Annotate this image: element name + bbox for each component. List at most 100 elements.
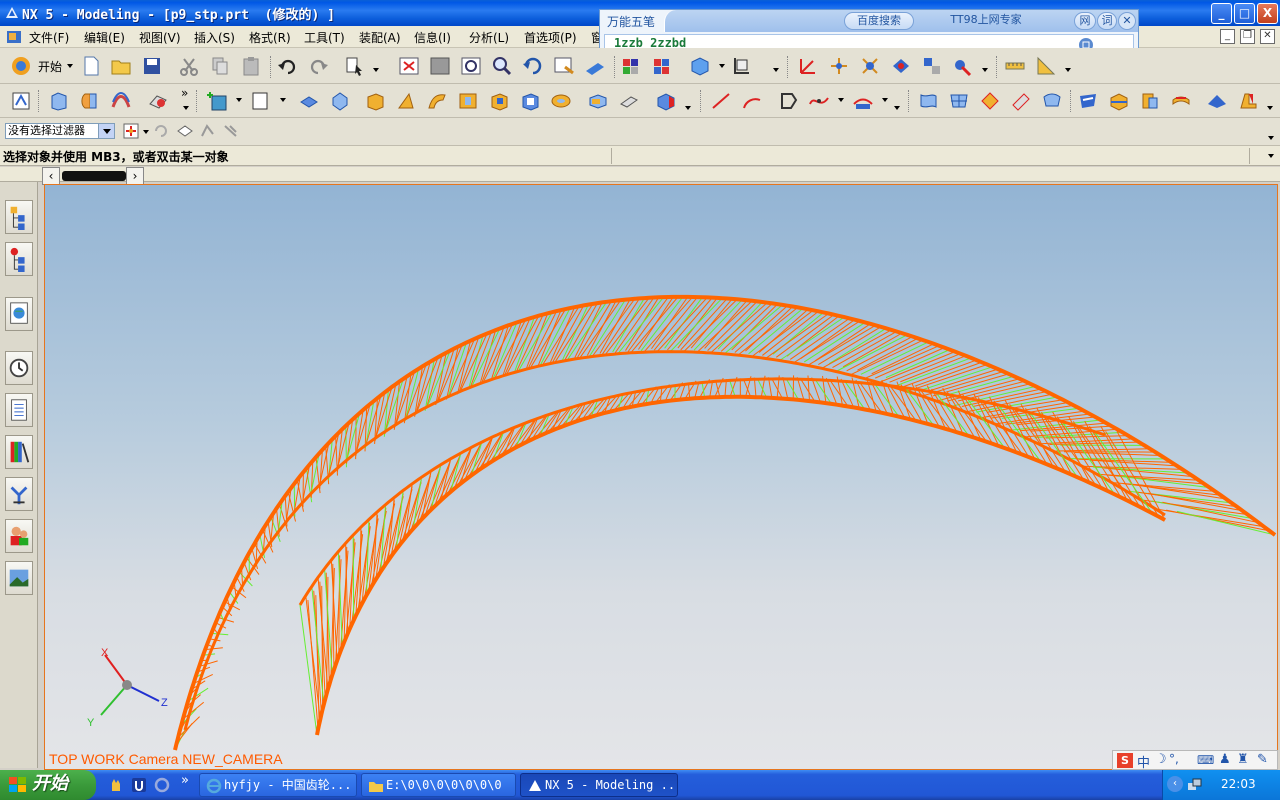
menu-view[interactable]: 视图(V) (139, 29, 181, 46)
zoom-icon[interactable] (491, 55, 513, 77)
process-studio-icon[interactable] (5, 477, 33, 511)
wireframe-model[interactable] (45, 185, 1278, 770)
menu-analysis[interactable]: 分析(L) (469, 29, 509, 46)
point-caret-icon[interactable] (236, 98, 242, 102)
menu-preferences[interactable]: 首选项(P) (524, 29, 577, 46)
zoom-window-icon[interactable] (460, 55, 482, 77)
emboss-icon[interactable] (655, 90, 677, 112)
select-edge-icon[interactable] (199, 122, 217, 140)
spline-caret-icon[interactable] (838, 98, 844, 102)
paste-icon[interactable] (240, 55, 262, 77)
sew-icon[interactable] (1139, 90, 1161, 112)
sogou-icon[interactable]: S (1117, 753, 1133, 768)
draft-caret-icon[interactable] (1267, 106, 1273, 110)
tray-expand-icon[interactable]: ‹ (1167, 776, 1183, 792)
more-tools-chevron-icon[interactable]: » (181, 86, 188, 100)
patch-icon[interactable] (1170, 90, 1192, 112)
slot-icon[interactable] (587, 90, 609, 112)
tt98-button[interactable]: TT98上网专家 (938, 12, 1034, 30)
moon-icon[interactable]: ☽ (1155, 752, 1167, 767)
app-menu-icon[interactable] (6, 29, 22, 45)
quicklaunch-hand-icon[interactable] (108, 777, 124, 793)
copy-icon[interactable] (209, 55, 231, 77)
task-browser[interactable]: hyfjy - 中国齿轮... (199, 773, 357, 797)
quicklaunch-u-icon[interactable] (131, 777, 147, 793)
type-filter-select[interactable]: 没有选择过滤器 (5, 123, 115, 139)
quicklaunch-more-icon[interactable]: » (181, 773, 189, 788)
cylinder-icon[interactable] (329, 90, 351, 112)
keyboard-icon[interactable]: ⌨ (1197, 753, 1214, 767)
wrench-icon[interactable]: ✎ (1257, 752, 1268, 767)
block-icon[interactable] (364, 90, 386, 112)
undo-icon[interactable] (276, 55, 298, 77)
measure-angle-icon[interactable] (1035, 55, 1057, 77)
select-undo-icon[interactable] (153, 122, 169, 140)
filter-dropdown-icon[interactable] (98, 124, 114, 138)
selection-bar-caret-icon[interactable] (1268, 136, 1274, 140)
redo-icon[interactable] (308, 55, 330, 77)
shaded-view-icon[interactable] (689, 55, 711, 77)
menu-info[interactable]: 信息(I) (414, 29, 451, 46)
box-solid-icon[interactable] (298, 90, 320, 112)
new-file-icon[interactable] (80, 55, 102, 77)
shaded-caret-icon[interactable] (719, 64, 725, 68)
extrude-icon[interactable] (48, 90, 70, 112)
point-icon[interactable] (206, 90, 228, 112)
sphere-icon[interactable] (426, 90, 448, 112)
layer-icon[interactable] (651, 55, 673, 77)
pad-icon[interactable] (550, 90, 572, 112)
wcs-dynamic-icon[interactable] (890, 55, 912, 77)
zoom-box-icon[interactable] (429, 55, 451, 77)
ime-close-icon[interactable]: ✕ (1118, 12, 1136, 30)
snap-caret-icon[interactable] (143, 130, 149, 134)
punctuation-label[interactable]: °, (1169, 752, 1179, 766)
curve-more-caret-icon[interactable] (894, 106, 900, 110)
network-icon[interactable] (1187, 777, 1203, 793)
start-menu-label[interactable]: 开始 (38, 58, 62, 75)
sketch-icon[interactable] (10, 90, 32, 112)
ime-net-button[interactable]: 网 (1074, 12, 1096, 30)
surface-analysis-icon[interactable] (1206, 90, 1228, 112)
prompt-caret-icon[interactable] (1268, 154, 1274, 158)
task-explorer[interactable]: E:\0\0\0\0\0\0\0 (361, 773, 516, 797)
task-nx[interactable]: NX 5 - Modeling ... (520, 773, 678, 797)
emboss-caret-icon[interactable] (685, 106, 691, 110)
groove-icon[interactable] (618, 90, 640, 112)
reuse-library-icon[interactable] (5, 393, 33, 427)
spline-icon[interactable] (808, 90, 830, 112)
start-button[interactable]: 开始 (0, 770, 96, 800)
fit-icon[interactable] (398, 55, 420, 77)
swept-surface-icon[interactable] (1010, 90, 1032, 112)
sweep-icon[interactable] (110, 90, 132, 112)
ime-word-button[interactable]: 词 (1097, 12, 1117, 30)
menu-tools[interactable]: 工具(T) (304, 29, 345, 46)
start-icon[interactable] (10, 55, 32, 77)
open-folder-icon[interactable] (110, 55, 132, 77)
menu-edit[interactable]: 编辑(E) (84, 29, 125, 46)
user-icon[interactable]: ♟ (1219, 752, 1231, 767)
perspective-icon[interactable] (584, 55, 606, 77)
basic-curves-icon[interactable] (777, 90, 799, 112)
mdi-restore-icon[interactable]: ❐ (1240, 29, 1255, 44)
n-sided-surface-icon[interactable] (1041, 90, 1063, 112)
render-style-icon[interactable] (620, 55, 642, 77)
part-navigator-icon[interactable] (5, 242, 33, 276)
wcs-caret-icon[interactable] (982, 68, 988, 72)
pocket-icon[interactable] (519, 90, 541, 112)
pan-icon[interactable] (553, 55, 575, 77)
curve-caret-icon[interactable] (882, 98, 888, 102)
datum-csys-icon[interactable] (828, 55, 850, 77)
scroll-thumb[interactable] (62, 171, 126, 181)
feature-caret-icon[interactable] (183, 106, 189, 110)
offset-surface-icon[interactable] (1077, 90, 1099, 112)
arc-icon[interactable] (741, 90, 763, 112)
trim-body-icon[interactable] (1108, 90, 1130, 112)
curve-on-surface-icon[interactable] (852, 90, 874, 112)
cut-icon[interactable] (178, 55, 200, 77)
web-browser-icon[interactable] (5, 297, 33, 331)
datum-plane-icon[interactable] (250, 90, 272, 112)
menu-file[interactable]: 文件(F) (29, 29, 69, 46)
history-icon[interactable] (5, 351, 33, 385)
menu-insert[interactable]: 插入(S) (194, 29, 235, 46)
mdi-close-icon[interactable]: ✕ (1260, 29, 1275, 44)
